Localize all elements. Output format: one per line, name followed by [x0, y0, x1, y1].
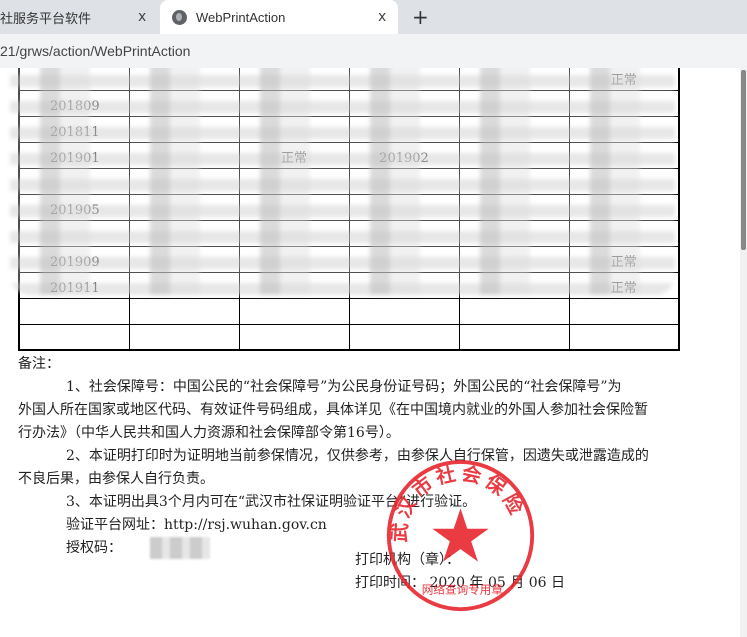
table-cell: [238, 297, 350, 325]
table-cell: [568, 323, 680, 351]
star-icon: [432, 508, 489, 562]
redaction-blur: [10, 68, 675, 295]
table-row: [18, 297, 680, 325]
tab-bar: 社服务平台软件 x WebPrintAction x +: [0, 0, 747, 34]
verify-url: 验证平台网址：http://rsj.wuhan.gov.cn: [66, 517, 327, 533]
address-bar[interactable]: 21/grws/action/WebPrintAction: [0, 34, 747, 68]
auth-code-label: 授权码：: [66, 540, 122, 556]
notes-title: 备注：: [18, 356, 60, 372]
table-cell: [348, 323, 460, 351]
note-1: 1、社会保障号：中国公民的“社会保障号”为公民身份证号码；外国公民的“社会保障号…: [66, 379, 622, 395]
scrollbar[interactable]: [740, 68, 747, 637]
tab-service-platform[interactable]: 社服务平台软件 x: [0, 0, 158, 34]
seal-bottom-text: 网络查询专用章: [422, 583, 504, 597]
table-row: [18, 323, 680, 351]
note-2: 2、本证明打印时为证明地当前参保情况，仅供参考，由参保人自行保管，因遗失或泄露造…: [66, 448, 649, 464]
table-cell: [568, 297, 680, 325]
globe-icon: [172, 9, 187, 25]
table-cell: [18, 297, 130, 325]
table-cell: [128, 297, 240, 325]
table-cell: [458, 323, 570, 351]
document-page: 正常201809201811201901正常201902201905201909…: [0, 68, 740, 637]
scrollbar-thumb[interactable]: [741, 70, 746, 250]
tab-webprintaction[interactable]: WebPrintAction x: [160, 0, 398, 34]
notes-section: 备注： 1、社会保障号：中国公民的“社会保障号”为公民身份证号码；外国公民的“社…: [18, 353, 678, 560]
note-2-cont: 不良后果，由参保人自行负责。: [18, 471, 214, 487]
table-cell: [458, 297, 570, 325]
auth-code-blur: [150, 537, 210, 559]
table-cell: [18, 323, 130, 351]
new-tab-button[interactable]: +: [412, 5, 429, 29]
official-seal: 武汉市社会保险 网络查询专用章: [386, 459, 535, 612]
tab-label: WebPrintAction: [196, 9, 286, 25]
close-icon[interactable]: x: [378, 9, 386, 25]
tab-label: 社服务平台软件: [0, 10, 92, 26]
table-cell: [348, 297, 460, 325]
table-cell: [238, 323, 350, 351]
note-1-cont2: 行办法》（中华人民共和国人力资源和社会保障部令第16号）。: [18, 425, 400, 441]
table-cell: [128, 323, 240, 351]
url-text: 21/grws/action/WebPrintAction: [0, 43, 191, 59]
note-3: 3、本证明出具3个月内可在“武汉市社保证明验证平台”进行验证。: [66, 494, 477, 510]
note-1-cont: 外国人所在国家或地区代码、有效证件号码组成，具体详见《在中国境内就业的外国人参加…: [18, 402, 648, 418]
close-icon[interactable]: x: [138, 9, 146, 25]
auth-code-row: 授权码：: [18, 537, 678, 560]
